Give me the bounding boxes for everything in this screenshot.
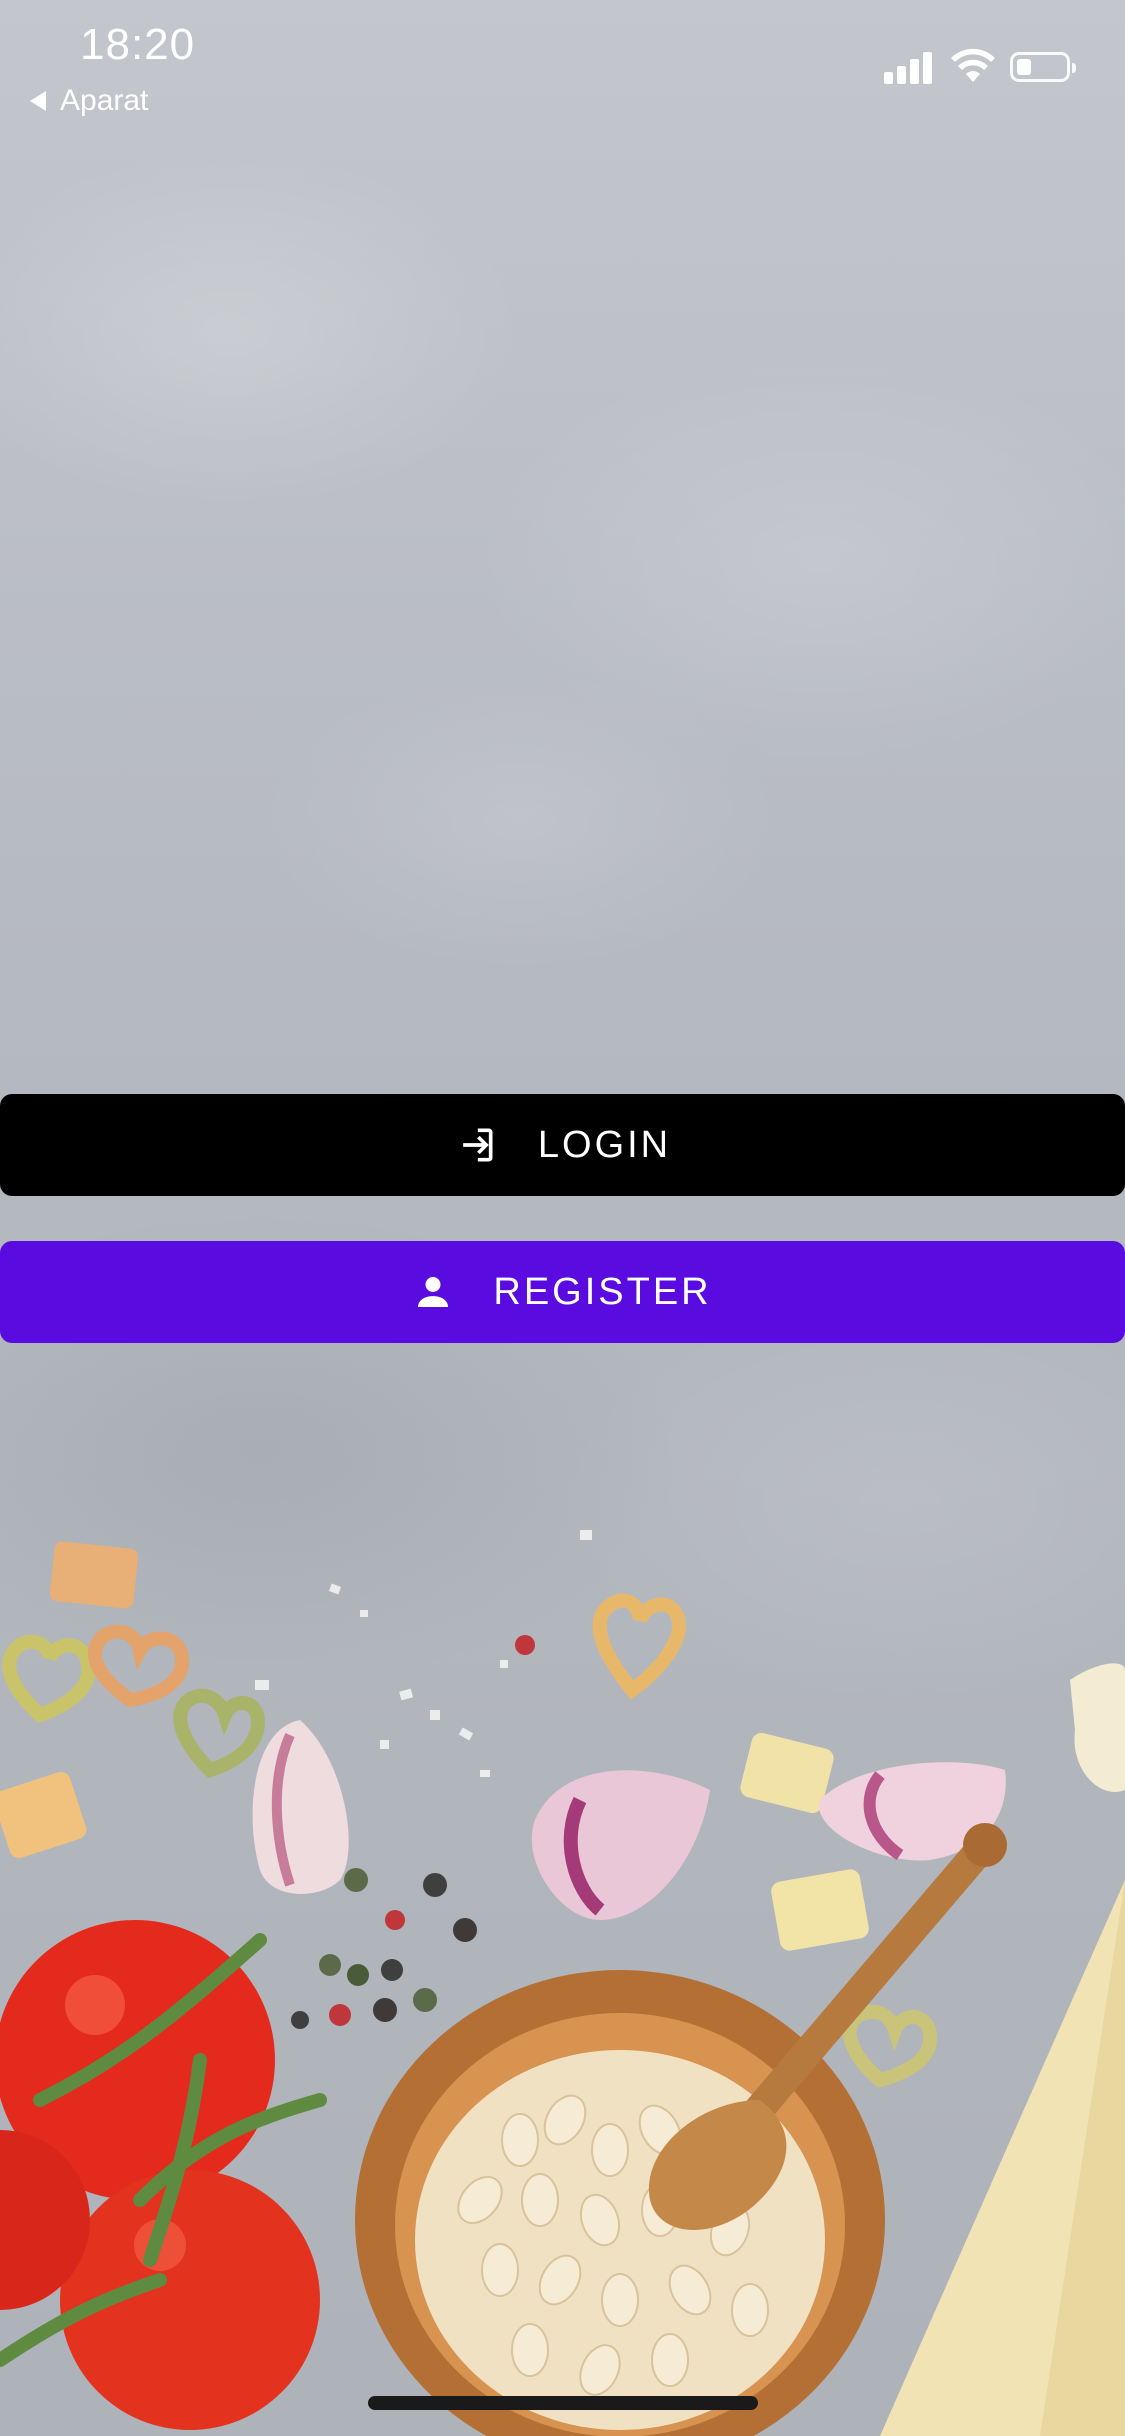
home-indicator: [368, 2396, 758, 2410]
back-arrow-icon: [30, 91, 46, 111]
status-time: 18:20: [80, 20, 196, 69]
battery-icon: [1010, 52, 1076, 82]
login-button[interactable]: LOGIN: [0, 1094, 1125, 1196]
tomatoes: [0, 1920, 327, 2430]
garlic-cloves: [252, 1720, 1006, 1920]
register-label: REGISTER: [493, 1270, 712, 1313]
food-illustration: [0, 1530, 1125, 2436]
pasta-tube: [771, 1869, 869, 1951]
login-label: LOGIN: [537, 1123, 672, 1166]
back-to-app-link[interactable]: Aparat: [30, 84, 148, 118]
person-icon: [418, 1277, 449, 1307]
wifi-icon: [951, 48, 995, 82]
register-button[interactable]: REGISTER: [0, 1241, 1125, 1343]
back-app-label: Aparat: [60, 84, 149, 117]
pasta-tube: [49, 1541, 139, 1609]
login-icon: [463, 1128, 493, 1162]
battery-level: [1017, 59, 1031, 75]
status-bar: 18:20 Aparat: [0, 0, 1125, 120]
cellular-signal-icon: [884, 50, 932, 84]
pasta-tube: [0, 1771, 87, 1859]
